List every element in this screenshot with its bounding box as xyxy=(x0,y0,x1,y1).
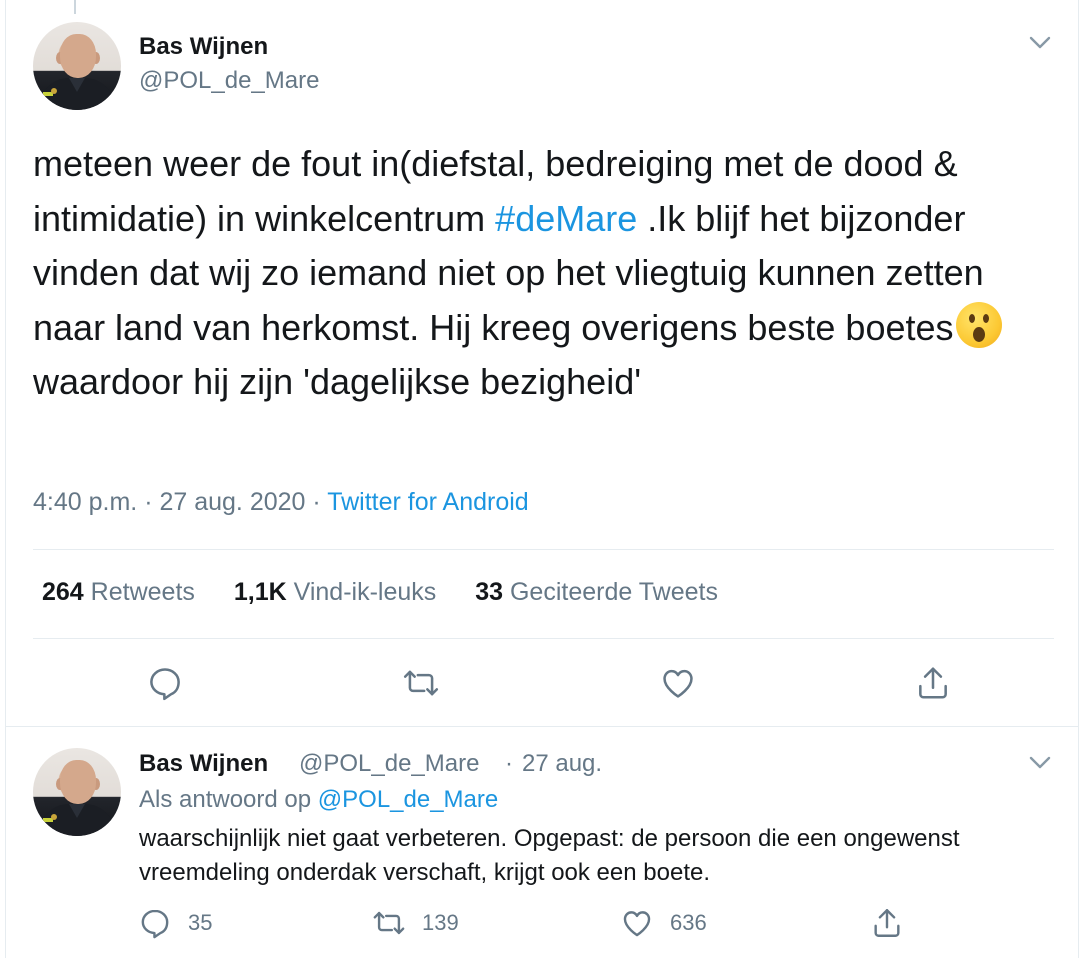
like-button[interactable]: 636 xyxy=(620,906,707,940)
tweet-meta: 4:40 p.m. · 27 aug. 2020 · Twitter for A… xyxy=(33,488,529,517)
like-icon xyxy=(663,669,693,698)
reply-actions: 35 139 636 xyxy=(6,906,1078,946)
tweet-actions xyxy=(12,664,1084,708)
reply-to-label: Als antwoord op xyxy=(139,786,312,813)
like-button[interactable] xyxy=(659,664,697,702)
frame-right-border xyxy=(1078,0,1079,958)
author-name[interactable]: Bas Wijnen xyxy=(139,33,268,61)
reply-button[interactable]: 35 xyxy=(138,906,212,940)
reply-to-mention[interactable]: @POL_de_Mare xyxy=(318,786,498,813)
reply-count: 35 xyxy=(188,910,213,935)
author-handle[interactable]: @POL_de_Mare xyxy=(299,750,479,778)
retweet-button[interactable]: 139 xyxy=(372,906,459,940)
author-handle[interactable]: @POL_de_Mare xyxy=(139,67,319,95)
divider xyxy=(33,549,1054,550)
like-icon xyxy=(623,911,651,937)
author-name[interactable]: Bas Wijnen xyxy=(139,750,268,778)
tweet-text-part: waardoor hij zijn 'dagelijkse bezigheid' xyxy=(33,361,642,402)
tweet-date[interactable]: 27 aug. xyxy=(522,750,602,778)
hashtag-link[interactable]: #deMare xyxy=(495,198,637,239)
reply-icon xyxy=(141,909,169,939)
tweet-separator xyxy=(6,726,1078,727)
meta-separator: · xyxy=(312,488,321,516)
likes-stat[interactable]: 1,1K Vind-ik-leuks xyxy=(234,578,436,607)
share-icon xyxy=(919,667,947,699)
reply-button[interactable] xyxy=(146,664,184,702)
retweet-icon xyxy=(403,670,439,696)
like-count: 636 xyxy=(670,910,707,935)
meta-separator: · xyxy=(505,750,513,777)
tweet-time[interactable]: 4:40 p.m. xyxy=(33,488,137,516)
reply-icon xyxy=(150,668,180,701)
tweet-stats: 264 Retweets 1,1K Vind-ik-leuks 33 Gecit… xyxy=(42,578,750,607)
main-tweet: Bas Wijnen @POL_de_Mare meteen weer de f… xyxy=(6,0,1078,728)
chevron-down-icon[interactable] xyxy=(1029,36,1051,50)
reply-text: waarschijnlijk niet gaat verbeteren. Opg… xyxy=(139,825,960,886)
reply-tweet[interactable]: Bas Wijnen @POL_de_Mare · 27 aug. Als an… xyxy=(6,728,1078,958)
tweet-source-link[interactable]: Twitter for Android xyxy=(327,488,528,516)
retweet-button[interactable] xyxy=(402,664,440,702)
avatar[interactable] xyxy=(33,22,121,110)
share-button[interactable] xyxy=(914,664,952,702)
share-button[interactable] xyxy=(870,906,904,940)
reply-context: Als antwoord op @POL_de_Mare xyxy=(139,786,498,814)
retweet-count: 139 xyxy=(422,910,459,935)
tweet-date[interactable]: 27 aug. 2020 xyxy=(159,488,305,516)
chevron-down-icon[interactable] xyxy=(1029,756,1051,770)
quotes-stat[interactable]: 33 Geciteerde Tweets xyxy=(475,578,718,607)
share-icon xyxy=(874,909,900,937)
divider xyxy=(33,638,1054,639)
meta-separator: · xyxy=(144,488,153,516)
tweet-text: meteen weer de fout in(diefstal, bedreig… xyxy=(33,137,1043,410)
avatar[interactable] xyxy=(33,748,121,836)
hushed-face-emoji xyxy=(955,301,1002,348)
retweets-stat[interactable]: 264 Retweets xyxy=(42,578,195,607)
retweet-icon xyxy=(373,911,405,935)
